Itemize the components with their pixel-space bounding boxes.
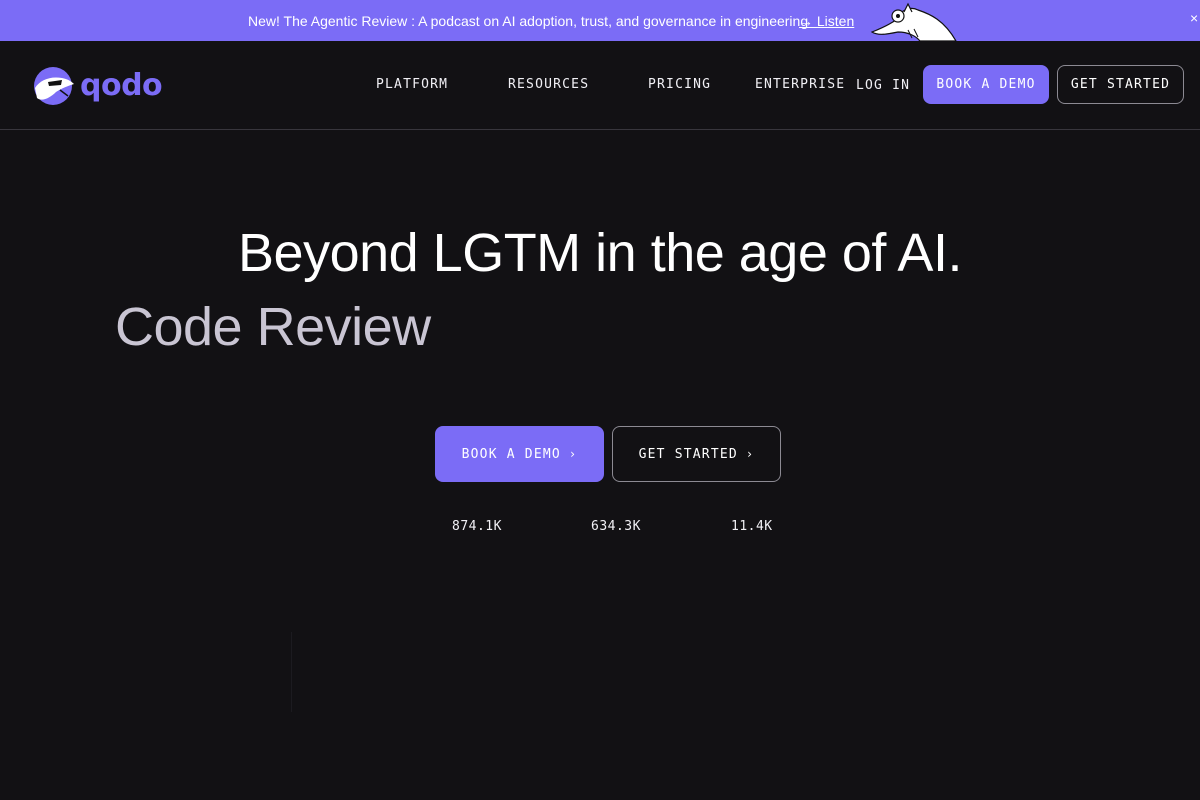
banner-text: New! The Agentic Review : A podcast on A… (248, 13, 809, 29)
top-navigation: qodo PLATFORM RESOURCES PRICING ENTERPRI… (0, 41, 1200, 130)
qodo-mascot-logo-icon (34, 67, 74, 105)
nav-resources[interactable]: RESOURCES (508, 77, 589, 92)
get-started-label: GET STARTED (1070, 77, 1171, 92)
chevron-right-icon: › (568, 447, 578, 461)
logo-wordmark: qodo (80, 68, 163, 103)
hero-book-demo-button[interactable]: BOOK A DEMO › (435, 426, 604, 482)
get-started-button[interactable]: GET STARTED (1057, 65, 1184, 104)
hero-subtitle: Code Review (115, 297, 431, 357)
nav-pricing[interactable]: PRICING (648, 77, 711, 92)
announcement-banner: New! The Agentic Review : A podcast on A… (0, 0, 1200, 41)
hero-title: Beyond LGTM in the age of AI. (238, 223, 962, 283)
login-link[interactable]: LOG IN (856, 78, 910, 93)
book-demo-label: BOOK A DEMO (936, 77, 1036, 92)
divider (291, 632, 292, 712)
nav-platform[interactable]: PLATFORM (376, 77, 448, 92)
hero-get-started-label: GET STARTED (638, 446, 738, 462)
anteater-mascot-icon (870, 2, 957, 41)
close-icon[interactable]: × (1190, 10, 1200, 26)
hero-book-demo-label: BOOK A DEMO (461, 446, 561, 462)
nav-enterprise[interactable]: ENTERPRISE (755, 77, 845, 92)
banner-listen-link[interactable]: → Listen (799, 13, 854, 29)
stat-value: 11.4K (731, 519, 773, 534)
book-demo-button[interactable]: BOOK A DEMO (923, 65, 1049, 104)
stat-value: 634.3K (591, 519, 641, 534)
logo[interactable]: qodo (32, 66, 163, 106)
chevron-right-icon: › (745, 447, 755, 461)
hero-get-started-button[interactable]: GET STARTED › (612, 426, 781, 482)
stat-value: 874.1K (452, 519, 502, 534)
